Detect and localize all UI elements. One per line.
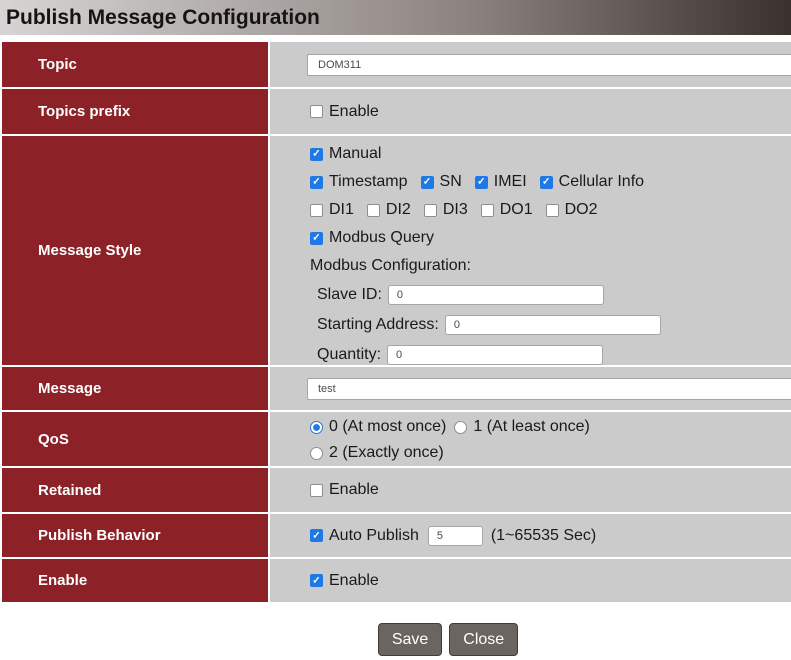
modbus-configuration-heading: Modbus Configuration: <box>310 252 791 280</box>
qos-radio-1[interactable] <box>454 421 467 434</box>
checkbox-sn[interactable] <box>421 176 434 189</box>
row-topics-prefix: Topics prefix Enable <box>2 89 791 134</box>
starting-address-label: Starting Address: <box>317 316 439 334</box>
row-message: Message <box>2 367 791 410</box>
checkbox-manual[interactable] <box>310 148 323 161</box>
message-input[interactable] <box>307 378 791 400</box>
config-table: Topic Topics prefix Enable Message Style… <box>0 42 791 602</box>
qos-radio-2[interactable] <box>310 447 323 460</box>
publish-behavior-cell: Auto Publish (1~65535 Sec) <box>270 514 791 557</box>
checkbox-di2[interactable] <box>367 204 380 217</box>
row-label-topics-prefix: Topics prefix <box>2 89 268 134</box>
checkbox-sn-label: SN <box>440 173 462 191</box>
checkbox-di1-label: DI1 <box>329 201 354 219</box>
checkbox-do2[interactable] <box>546 204 559 217</box>
message-style-line-modbus: Modbus Query <box>310 224 791 252</box>
quantity-label: Quantity: <box>317 346 381 364</box>
starting-address-input[interactable] <box>445 315 661 335</box>
slave-id-label: Slave ID: <box>317 286 382 304</box>
checkbox-modbus-query-label: Modbus Query <box>329 229 434 247</box>
topic-input[interactable] <box>307 54 791 76</box>
enable-checkbox[interactable] <box>310 574 323 587</box>
message-style-line-io: DI1 DI2 DI3 DO1 <box>310 196 791 224</box>
topics-prefix-enable-checkbox[interactable] <box>310 105 323 118</box>
title-bar: Publish Message Configuration <box>0 0 791 35</box>
quantity-input[interactable] <box>387 345 603 365</box>
checkbox-di2-label: DI2 <box>386 201 411 219</box>
row-label-qos: QoS <box>2 412 268 466</box>
checkbox-imei-label: IMEI <box>494 173 527 191</box>
qos-radio-2-label: 2 (Exactly once) <box>329 444 444 462</box>
checkbox-timestamp[interactable] <box>310 176 323 189</box>
checkbox-di3[interactable] <box>424 204 437 217</box>
checkbox-do1-label: DO1 <box>500 201 533 219</box>
message-cell <box>270 367 791 410</box>
row-enable: Enable Enable <box>2 559 791 602</box>
row-message-style: Message Style Manual Timestamp <box>2 136 791 365</box>
message-style-line-meta: Timestamp SN IMEI Cellular Info <box>310 168 791 196</box>
topics-prefix-cell: Enable <box>270 89 791 134</box>
auto-publish-interval-input[interactable] <box>428 526 483 546</box>
row-retained: Retained Enable <box>2 468 791 512</box>
row-label-publish-behavior: Publish Behavior <box>2 514 268 557</box>
checkbox-timestamp-label: Timestamp <box>329 173 408 191</box>
checkbox-do1[interactable] <box>481 204 494 217</box>
auto-publish-label: Auto Publish <box>329 527 419 545</box>
button-bar: Save Close <box>0 623 791 656</box>
qos-radio-0-label: 0 (At most once) <box>329 418 446 436</box>
page-title: Publish Message Configuration <box>6 6 320 30</box>
retained-enable-label: Enable <box>329 481 379 499</box>
qos-radio-0[interactable] <box>310 421 323 434</box>
row-label-message: Message <box>2 367 268 410</box>
qos-line-1: 0 (At most once) 1 (At least once) <box>310 414 791 440</box>
qos-cell: 0 (At most once) 1 (At least once) 2 (Ex… <box>270 412 791 466</box>
checkbox-cellular-info-label: Cellular Info <box>559 173 644 191</box>
checkbox-cellular-info[interactable] <box>540 176 553 189</box>
message-style-line-manual: Manual <box>310 140 791 168</box>
checkbox-di3-label: DI3 <box>443 201 468 219</box>
checkbox-di1[interactable] <box>310 204 323 217</box>
retained-enable-checkbox[interactable] <box>310 484 323 497</box>
checkbox-imei[interactable] <box>475 176 488 189</box>
qos-radio-1-label: 1 (At least once) <box>473 418 590 436</box>
row-label-topic: Topic <box>2 42 268 87</box>
auto-publish-range-hint: (1~65535 Sec) <box>491 527 596 545</box>
topic-cell <box>270 42 791 87</box>
modbus-slave-id-row: Slave ID: <box>310 280 791 310</box>
enable-checkbox-label: Enable <box>329 572 379 590</box>
checkbox-do2-label: DO2 <box>565 201 598 219</box>
message-style-cell: Manual Timestamp SN IMEI <box>270 136 791 365</box>
save-button[interactable]: Save <box>378 623 442 656</box>
modbus-quantity-row: Quantity: <box>310 340 791 365</box>
row-topic: Topic <box>2 42 791 87</box>
row-label-retained: Retained <box>2 468 268 512</box>
row-label-message-style: Message Style <box>2 136 268 365</box>
row-qos: QoS 0 (At most once) 1 (At least once) <box>2 412 791 466</box>
retained-cell: Enable <box>270 468 791 512</box>
auto-publish-checkbox[interactable] <box>310 529 323 542</box>
qos-line-2: 2 (Exactly once) <box>310 440 791 466</box>
checkbox-modbus-query[interactable] <box>310 232 323 245</box>
row-publish-behavior: Publish Behavior Auto Publish (1~65535 S… <box>2 514 791 557</box>
topics-prefix-enable-label: Enable <box>329 103 379 121</box>
close-button[interactable]: Close <box>449 623 518 656</box>
enable-cell: Enable <box>270 559 791 602</box>
checkbox-manual-label: Manual <box>329 145 381 163</box>
row-label-enable: Enable <box>2 559 268 602</box>
slave-id-input[interactable] <box>388 285 604 305</box>
modbus-starting-address-row: Starting Address: <box>310 310 791 340</box>
